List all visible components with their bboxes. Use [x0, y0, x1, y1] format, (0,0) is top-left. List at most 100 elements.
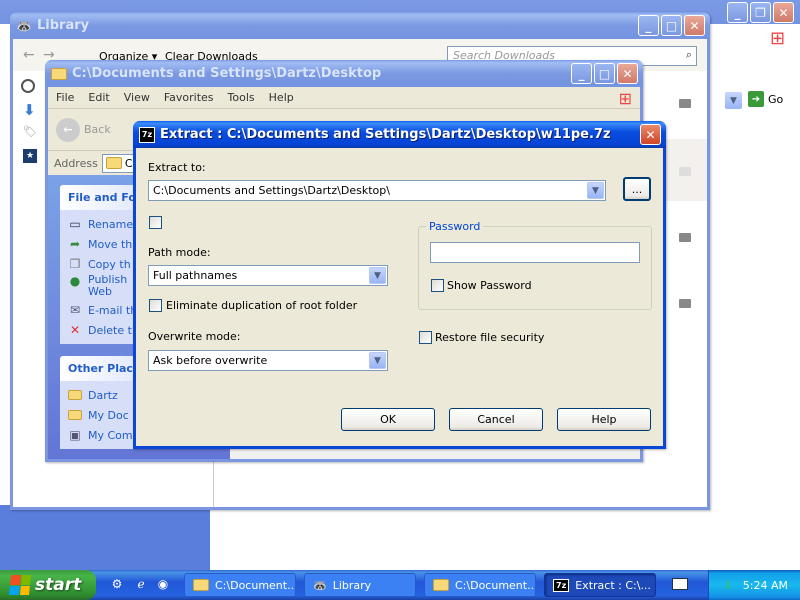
task-label: Rename — [88, 217, 134, 231]
overwrite-mode-value: Ask before overwrite — [153, 354, 268, 367]
7zip-icon: 7z — [553, 578, 570, 592]
folder-icon — [193, 579, 209, 591]
taskbar-button-label: Library — [332, 578, 372, 592]
show-password-checkbox[interactable] — [431, 279, 444, 292]
task-label-wrap: Publish Web — [88, 274, 127, 298]
menu-favorites[interactable]: Favorites — [164, 91, 214, 104]
task-label: E-mail th — [88, 303, 138, 317]
desktop-background — [0, 505, 210, 570]
search-icon: ⌕ — [685, 48, 692, 61]
overwrite-mode-label: Overwrite mode: — [148, 330, 241, 343]
explorer-titlebar[interactable]: C:\Documents and Settings\Dartz\Desktop … — [45, 60, 643, 87]
raccoon-icon: 🦝 — [313, 578, 327, 592]
path-mode-value: Full pathnames — [153, 269, 238, 282]
eliminate-duplication-label[interactable]: Eliminate duplication of root folder — [166, 299, 357, 312]
taskbar-button-label: C:\Document... — [215, 578, 296, 592]
taskbar-button-explorer-1[interactable]: C:\Document... — [184, 573, 296, 597]
extract-to-label: Extract to: — [148, 161, 206, 174]
chevron-down-icon[interactable]: ▼ — [369, 267, 386, 284]
path-mode-select[interactable]: Full pathnames ▼ — [148, 265, 388, 286]
password-group — [418, 226, 652, 310]
menu-help[interactable]: Help — [269, 91, 294, 104]
task-label: Copy th — [88, 257, 131, 271]
7zip-icon: 7z — [139, 126, 155, 143]
bookmarks-icon[interactable]: ★ — [23, 149, 37, 163]
unlabeled-checkbox[interactable] — [149, 216, 162, 229]
go-arrow-icon: ➔ — [748, 91, 764, 107]
taskbar-button-library[interactable]: 🦝 Library — [304, 573, 416, 597]
eliminate-duplication-checkbox[interactable] — [149, 299, 162, 312]
cancel-button[interactable]: Cancel — [449, 408, 543, 431]
bg-restore-button[interactable]: ❐ — [750, 2, 771, 23]
system-tray: ⇩ 5:24 AM — [708, 570, 800, 600]
task-label: Web — [88, 285, 112, 298]
ok-button[interactable]: OK — [341, 408, 435, 431]
taskbar-button-explorer-2[interactable]: C:\Document... — [424, 573, 536, 597]
taskbar-button-extract[interactable]: 7z Extract : C:\... — [544, 573, 656, 597]
raccoon-icon: 🦝 — [16, 18, 32, 33]
windows-logo-icon: ⊞ — [618, 89, 632, 108]
chevron-down-icon[interactable]: ▼ — [587, 182, 604, 199]
bg-close-button[interactable]: ✕ — [773, 2, 794, 23]
download-row-folder-icon[interactable] — [679, 99, 691, 108]
close-button[interactable]: ✕ — [640, 124, 661, 145]
browse-button[interactable]: ... — [623, 177, 651, 201]
safely-remove-icon[interactable]: ⇩ — [724, 579, 733, 592]
password-input[interactable] — [430, 242, 640, 263]
restore-security-label[interactable]: Restore file security — [435, 331, 544, 344]
start-label: start — [35, 575, 82, 595]
my-computer-icon: ▣ — [69, 428, 81, 442]
menu-tools[interactable]: Tools — [228, 91, 255, 104]
chevron-down-icon[interactable]: ▼ — [369, 352, 386, 369]
delete-icon: ✕ — [69, 323, 81, 337]
quicklaunch-media-icon[interactable]: ◉ — [154, 575, 172, 593]
extract-to-combo[interactable]: C:\Documents and Settings\Dartz\Desktop\… — [148, 180, 606, 201]
download-row-folder-icon[interactable] — [679, 233, 691, 242]
library-title: Library — [37, 18, 90, 33]
menu-edit[interactable]: Edit — [88, 91, 109, 104]
quicklaunch-ie-icon[interactable]: ℯ — [132, 575, 150, 593]
task-label: Move th — [88, 237, 133, 251]
bg-minimize-button[interactable]: _ — [727, 2, 748, 23]
close-button[interactable]: ✕ — [617, 63, 638, 84]
help-button[interactable]: Help — [557, 408, 651, 431]
address-dropdown-arrow[interactable]: ▼ — [725, 92, 742, 109]
download-row-folder-icon[interactable] — [679, 167, 691, 176]
copy-icon: ❐ — [69, 257, 81, 271]
taskbar-button-label: Extract : C:\... — [575, 578, 651, 592]
minimize-button[interactable]: _ — [571, 63, 592, 84]
menu-file[interactable]: File — [56, 91, 74, 104]
go-button[interactable]: ➔ Go — [748, 91, 783, 107]
overwrite-mode-select[interactable]: Ask before overwrite ▼ — [148, 350, 388, 371]
folder-icon — [105, 157, 122, 169]
tags-icon[interactable]: 🏷 — [23, 125, 37, 138]
clock[interactable]: 5:24 AM — [743, 579, 788, 592]
place-label: My Doc — [88, 408, 129, 422]
go-label: Go — [768, 92, 784, 106]
back-button[interactable]: ← Back — [56, 117, 111, 142]
downloads-icon[interactable]: ⬇ — [23, 101, 36, 119]
extract-title: Extract : C:\Documents and Settings\Dart… — [160, 127, 611, 142]
library-titlebar[interactable]: 🦝 Library _ □ ✕ — [10, 12, 710, 39]
password-group-label: Password — [426, 220, 484, 233]
history-icon[interactable] — [21, 79, 35, 93]
quicklaunch-settings-icon[interactable]: ⚙ — [108, 575, 126, 593]
rename-icon: ▭ — [69, 217, 81, 231]
download-row-folder-icon[interactable] — [679, 299, 691, 308]
place-label: Dartz — [88, 388, 118, 402]
start-button[interactable]: start — [0, 570, 96, 600]
publish-icon: ● — [69, 274, 81, 288]
restore-security-checkbox[interactable] — [419, 331, 432, 344]
language-bar-icon[interactable] — [672, 578, 688, 590]
back-arrow-icon: ← — [56, 117, 80, 142]
maximize-button[interactable]: □ — [661, 15, 682, 36]
folder-icon — [68, 388, 82, 402]
extract-titlebar[interactable]: 7z Extract : C:\Documents and Settings\D… — [133, 121, 666, 148]
back-arrow-icon[interactable]: ← — [23, 47, 35, 63]
close-button[interactable]: ✕ — [684, 15, 705, 36]
extract-to-value: C:\Documents and Settings\Dartz\Desktop\ — [153, 184, 390, 197]
maximize-button[interactable]: □ — [594, 63, 615, 84]
minimize-button[interactable]: _ — [638, 15, 659, 36]
menu-view[interactable]: View — [124, 91, 150, 104]
show-password-label[interactable]: Show Password — [447, 279, 532, 292]
